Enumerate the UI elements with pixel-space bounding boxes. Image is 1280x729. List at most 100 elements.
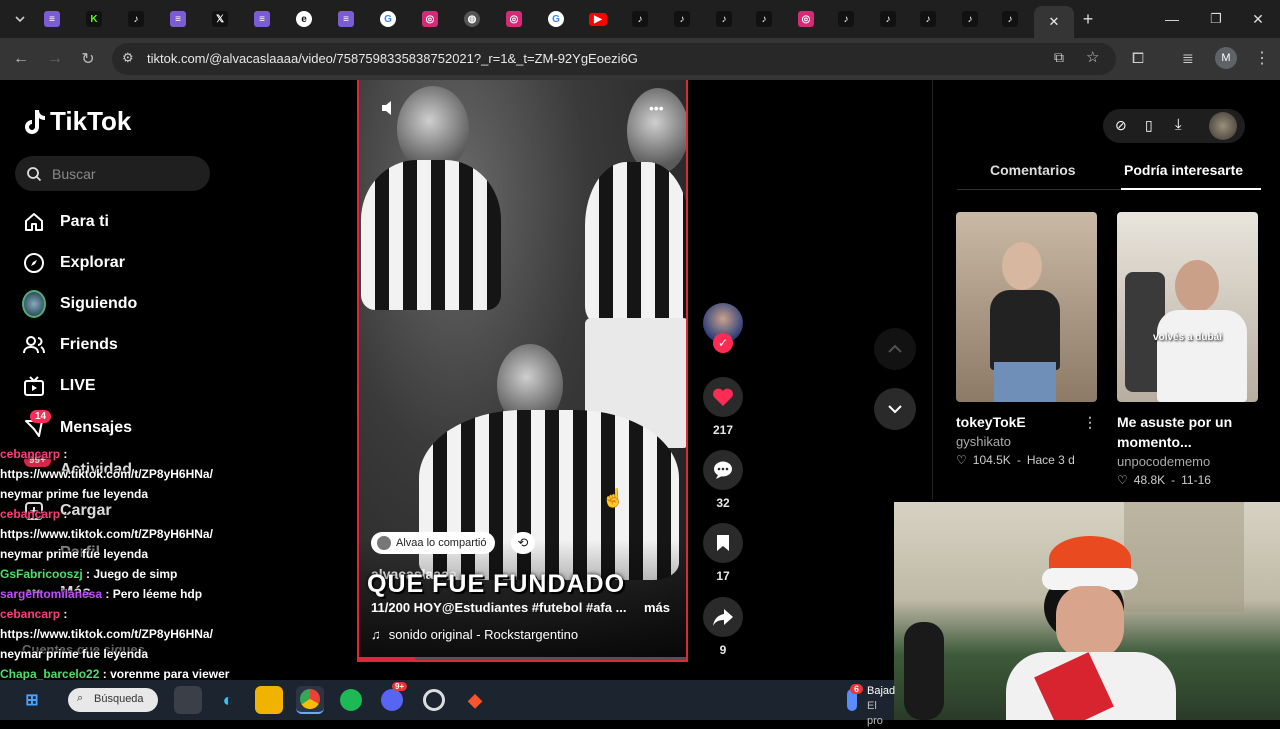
mute-button[interactable] [379,98,399,123]
previous-video-button[interactable] [874,328,916,370]
discord-icon[interactable]: 9+ [378,682,408,714]
creator-avatar-button[interactable]: ✓ [703,303,743,353]
tab-tiktok-3[interactable]: ♪ [662,6,702,32]
spotify-icon[interactable] [337,686,365,714]
tab-globe[interactable]: ◍ [452,6,492,32]
edge-icon[interactable]: ◐ [214,686,242,714]
nav-for-you[interactable]: Para ti [22,207,109,237]
obs-icon[interactable] [420,686,448,714]
chrome-icon[interactable] [296,686,324,714]
recommended-card[interactable]: volvés a dubái Me asuste por un momento.… [1117,212,1258,487]
reload-button[interactable]: ↻ [77,48,99,70]
tab-instagram-3[interactable]: ◎ [786,6,826,32]
webcam-background [1124,502,1244,612]
video-more-options[interactable]: ••• [649,100,664,116]
tab-tiktok-6[interactable]: ♪ [826,6,866,32]
url-text[interactable]: tiktok.com/@alvacaslaaaa/video/758759833… [147,51,638,66]
card-menu-icon[interactable]: ⋮ [1083,412,1097,432]
tab-instagram-2[interactable]: ◎ [494,6,534,32]
tab-google-1[interactable]: G [368,6,408,32]
tiktok-logo[interactable]: TikTok [22,106,131,137]
tab-tiktok-4[interactable]: ♪ [704,6,744,32]
forward-button[interactable]: → [44,48,66,70]
card-title[interactable]: tokeyTokE [956,412,1026,432]
video-thumbnail[interactable] [956,212,1097,402]
tab-tiktok-1[interactable]: ♪ [116,6,156,32]
like-button[interactable]: 217 [703,377,743,437]
task-view-icon[interactable] [174,686,202,714]
close-tab-icon[interactable]: ✕ [1049,14,1060,30]
maximize-button[interactable]: ❐ [1196,6,1236,32]
card-title[interactable]: Me asuste por un momento... [1117,412,1258,452]
recommended-card[interactable]: tokeyTokE ⋮ gyshikato ♡ 104.5K - Hace 3 … [956,212,1097,467]
file-explorer-icon[interactable] [255,686,283,714]
nav-live[interactable]: LIVE [22,371,96,401]
tab-kick[interactable]: K [74,6,114,32]
install-app-icon[interactable]: ⧉ [1054,49,1064,66]
tab-misc[interactable]: e [284,6,324,32]
brave-icon[interactable]: ◆ [461,686,489,714]
nav-following[interactable]: Siguiendo [22,289,137,319]
nav-messages[interactable]: 14 Mensajes [22,410,132,443]
tab-comments[interactable]: Comentarios [990,162,1076,178]
tab-tiktok-10[interactable]: ♪ [990,6,1030,32]
tab-x[interactable]: 𝕏 [200,6,240,32]
minimize-button[interactable]: — [1152,6,1192,32]
tab-tiktok-8[interactable]: ♪ [908,6,948,32]
address-bar[interactable]: ⚙ tiktok.com/@alvacaslaaaa/video/7587598… [112,43,1116,75]
card-author[interactable]: unpocodememo [1117,454,1258,469]
nav-explore[interactable]: Explorar [22,248,125,278]
chat-text: https://www.tiktok.com/t/ZP8yH6HNa/ neym… [0,527,213,561]
windows-start-icon[interactable]: ⊞ [18,686,46,714]
tab-recommended[interactable]: Podría interesarte [1124,162,1243,178]
tab-docs-4[interactable]: ≡ [326,6,366,32]
caption-more-link[interactable]: más [644,600,670,615]
google-icon: G [548,11,564,27]
nav-friends[interactable]: Friends [22,330,118,360]
google-icon: G [380,11,396,27]
autoscroll-icon[interactable]: ⊘ [1115,117,1127,134]
weather-widget[interactable]: Bajad El pro [867,684,895,729]
comment-button[interactable]: 32 [703,450,743,510]
tab-tiktok-9[interactable]: ♪ [950,6,990,32]
extensions-icon[interactable]: ⧠ [1132,50,1144,67]
taskbar-search[interactable]: ⌕ Búsqueda [68,688,158,712]
video-thumbnail[interactable]: volvés a dubái [1117,212,1258,402]
card-author[interactable]: gyshikato [956,434,1097,449]
shared-by-pill[interactable]: Alvaa lo compartió [371,532,495,554]
tab-docs-3[interactable]: ≡ [242,6,282,32]
youtube-icon: ▶ [589,12,607,26]
download-icon[interactable]: ⤓ [1175,116,1182,133]
profile-avatar[interactable]: M [1215,47,1237,69]
tab-tiktok-7[interactable]: ♪ [868,6,908,32]
save-button[interactable]: 17 [703,523,743,583]
tab-tiktok-5[interactable]: ♪ [744,6,784,32]
sound-link[interactable]: ♫ sonido original - Rockstargentino [371,627,578,642]
new-tab-button[interactable]: + [1068,6,1108,32]
meta-separator: - [1016,453,1021,467]
tab-tiktok-2[interactable]: ♪ [620,6,660,32]
video-player[interactable]: ••• Alvaa lo compartió ⟲ alvacaslaaaa QU… [357,80,688,662]
back-button[interactable]: ← [10,48,32,70]
tab-google-2[interactable]: G [536,6,576,32]
x-icon: 𝕏 [212,11,228,27]
menu-kebab-icon[interactable]: ⋮ [1254,48,1270,68]
weather-widget-icon[interactable]: 6 [838,684,866,714]
next-video-button[interactable] [874,388,916,430]
tab-youtube[interactable]: ▶ [578,6,618,32]
share-button[interactable]: 9 [703,597,743,657]
search-input[interactable]: Buscar [15,156,210,191]
device-icon[interactable]: ▯ [1145,117,1153,134]
repost-button[interactable]: ⟲ [511,532,535,554]
close-window-button[interactable]: ✕ [1238,6,1278,32]
tab-instagram-1[interactable]: ◎ [410,6,450,32]
video-progress-bar[interactable] [359,657,686,660]
user-avatar[interactable] [1209,112,1237,140]
chat-username: Chapa_barcelo22 [0,667,100,681]
media-controls-icon[interactable]: ≣ [1182,50,1194,67]
bookmark-star-icon[interactable]: ☆ [1086,48,1099,66]
tab-docs-1[interactable]: ≡ [32,6,72,32]
tab-docs-2[interactable]: ≡ [158,6,198,32]
follow-check-icon[interactable]: ✓ [713,333,733,353]
site-info-icon[interactable]: ⚙ [122,50,134,66]
